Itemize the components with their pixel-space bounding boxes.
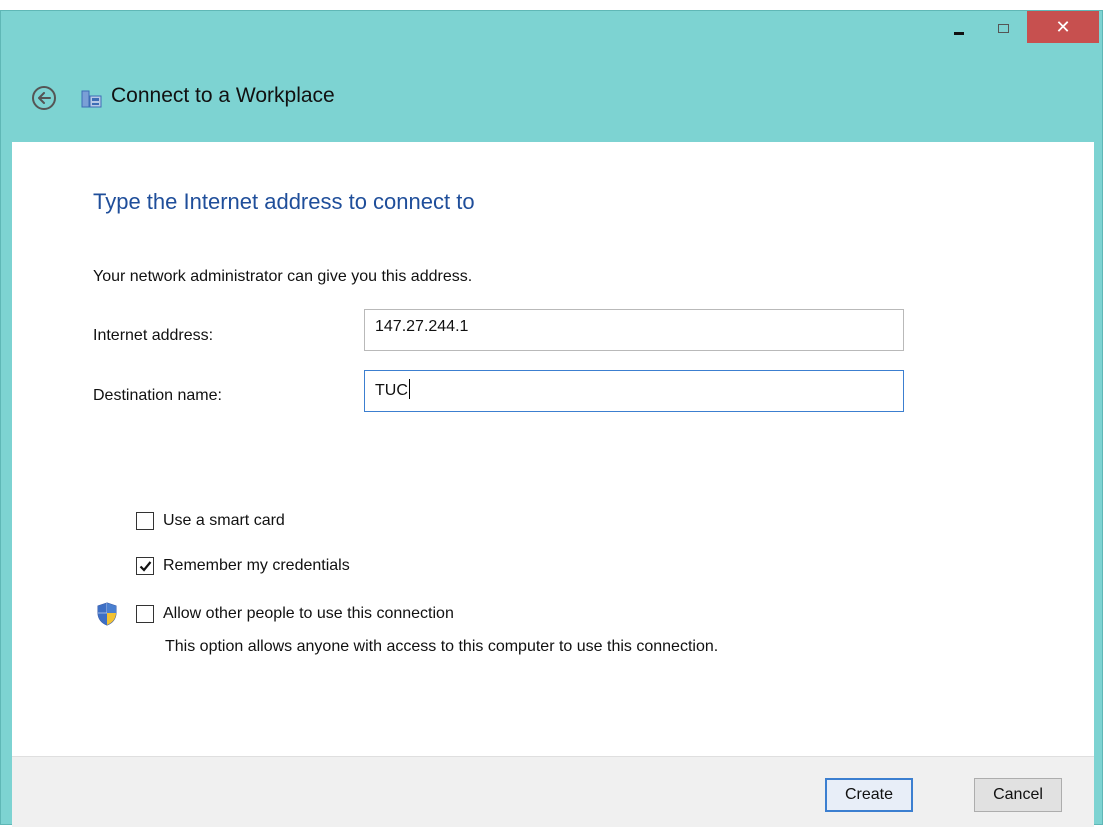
shield-icon bbox=[97, 602, 117, 626]
back-arrow-icon bbox=[38, 92, 51, 104]
cancel-button[interactable]: Cancel bbox=[974, 778, 1062, 812]
maximize-button[interactable] bbox=[985, 11, 1021, 45]
destination-name-value: TUC bbox=[375, 382, 408, 399]
remember-credentials-checkbox[interactable] bbox=[136, 557, 154, 575]
window-title: Connect to a Workplace bbox=[111, 84, 335, 107]
background-strip bbox=[0, 0, 1105, 10]
destination-name-label: Destination name: bbox=[93, 387, 222, 404]
allow-others-note: This option allows anyone with access to… bbox=[165, 638, 719, 655]
internet-address-value: 147.27.244.1 bbox=[375, 318, 469, 335]
button-bar: Create Cancel bbox=[12, 756, 1094, 827]
content-panel: Type the Internet address to connect to … bbox=[12, 142, 1094, 756]
smart-card-option[interactable]: Use a smart card bbox=[136, 512, 285, 530]
dialog-window: ✕ Connect to a Workplace Type the Intern… bbox=[0, 10, 1103, 827]
allow-others-checkbox[interactable] bbox=[136, 605, 154, 623]
destination-name-input[interactable]: TUC bbox=[364, 370, 904, 412]
smart-card-checkbox[interactable] bbox=[136, 512, 154, 530]
text-caret bbox=[408, 379, 410, 399]
page-description: Your network administrator can give you … bbox=[93, 268, 473, 285]
minimize-button[interactable] bbox=[941, 11, 977, 45]
checkmark-icon bbox=[139, 561, 151, 572]
close-button[interactable]: ✕ bbox=[1027, 11, 1099, 43]
internet-address-input[interactable]: 147.27.244.1 bbox=[364, 309, 904, 351]
close-icon: ✕ bbox=[1055, 16, 1071, 37]
smart-card-label: Use a smart card bbox=[163, 512, 285, 529]
workplace-icon bbox=[81, 90, 102, 108]
maximize-icon bbox=[997, 23, 1009, 33]
allow-others-label: Allow other people to use this connectio… bbox=[163, 605, 454, 622]
minimize-icon bbox=[954, 31, 964, 35]
create-button[interactable]: Create bbox=[825, 778, 913, 812]
back-button[interactable] bbox=[32, 86, 56, 110]
internet-address-label: Internet address: bbox=[93, 327, 214, 344]
remember-credentials-label: Remember my credentials bbox=[163, 557, 350, 574]
page-heading: Type the Internet address to connect to bbox=[93, 189, 475, 214]
remember-credentials-option[interactable]: Remember my credentials bbox=[136, 557, 350, 575]
allow-others-option[interactable]: Allow other people to use this connectio… bbox=[136, 605, 454, 623]
